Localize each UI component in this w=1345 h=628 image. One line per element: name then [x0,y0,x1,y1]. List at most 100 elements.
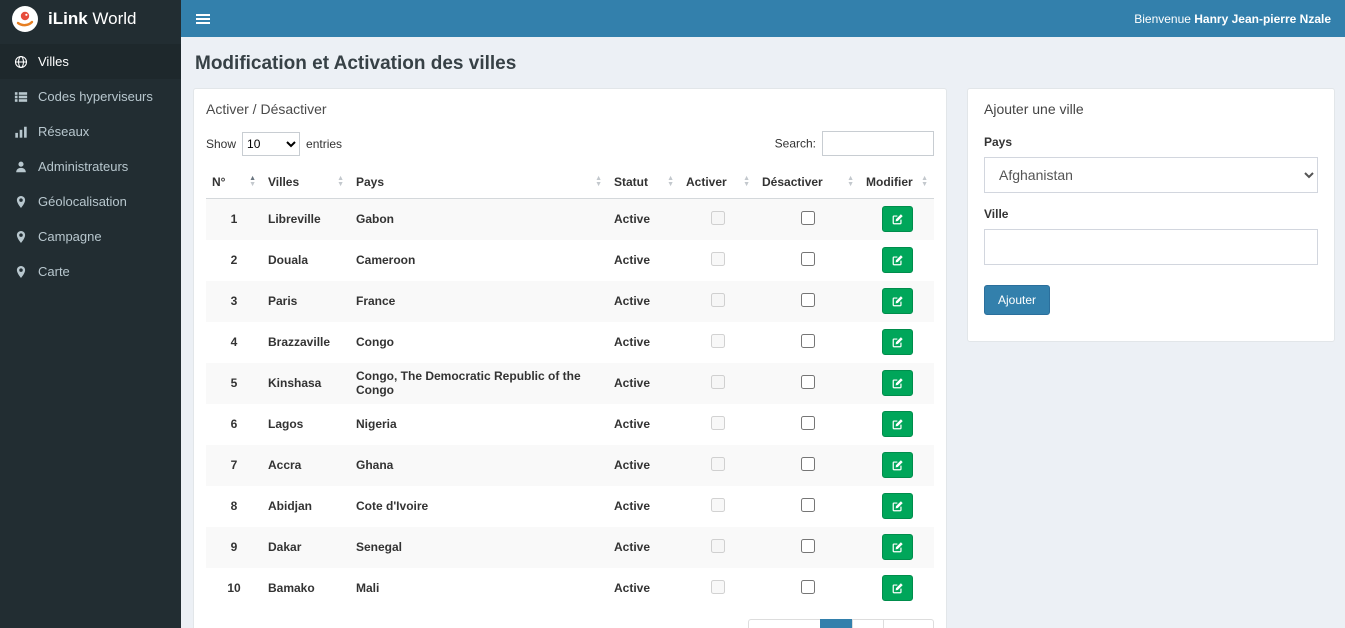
activer-checkbox[interactable] [711,374,725,389]
main-content: Modification et Activation des villes Ac… [181,37,1345,628]
desactiver-checkbox[interactable] [801,374,815,389]
statut-cell: Active [614,294,651,308]
column-header-modifier[interactable]: Modifier ▲ ▼ [860,166,934,199]
sidebar-item-codes-hyperviseurs[interactable]: Codes hyperviseurs [0,79,181,114]
desactiver-checkbox[interactable] [801,456,815,471]
column-header-numero[interactable]: N° ▲ ▼ [206,166,262,199]
sidebar-item-geolocalisation[interactable]: Géolocalisation [0,184,181,219]
desactiver-checkbox[interactable] [801,579,815,594]
sidebar-item-reseaux[interactable]: Réseaux [0,114,181,149]
ajouter-button[interactable]: Ajouter [984,285,1051,315]
column-header-pays[interactable]: Pays ▲ ▼ [350,166,608,199]
column-header-villes[interactable]: Villes ▲ ▼ [262,166,350,199]
desactiver-checkbox[interactable] [801,292,815,307]
map-marker-icon [14,195,28,209]
row-number-cell: 7 [230,458,238,472]
sidebar-toggle-button[interactable] [181,0,225,37]
row-number-cell: 2 [230,253,238,267]
desactiver-checkbox[interactable] [801,538,815,553]
ville-input[interactable] [984,229,1318,265]
edit-button[interactable] [881,206,913,233]
sidebar-item-campagne[interactable]: Campagne [0,219,181,254]
activer-checkbox[interactable] [711,497,725,512]
edit-pencil-icon [892,377,903,388]
activer-checkbox[interactable] [711,251,725,266]
list-icon [14,90,28,104]
bar-chart-icon [14,125,28,139]
desactiver-checkbox[interactable] [801,210,815,225]
sidebar-item-label: Codes hyperviseurs [38,89,153,104]
pays-cell: Nigeria [356,417,397,431]
activer-checkbox[interactable] [711,292,725,307]
table-header-row: N° ▲ ▼ Villes ▲ ▼ Pays ▲ ▼ Statut ▲ ▼ Activer ▲ ▼ … [206,166,934,199]
activer-checkbox[interactable] [711,538,725,553]
activer-checkbox[interactable] [711,415,725,430]
pagination-page-1-button[interactable]: 1 [819,618,853,628]
sidebar-item-administrateurs[interactable]: Administrateurs [0,149,181,184]
pagination: Previous 1 2 Next [748,618,934,628]
sort-icon: ▲ ▼ [595,175,602,188]
welcome-message: Bienvenue Hanry Jean-pierre Nzale [1134,12,1331,26]
edit-button[interactable] [881,411,913,437]
sidebar-item-label: Réseaux [38,124,90,139]
activer-checkbox[interactable] [711,333,725,348]
pagination-next-button[interactable]: Next [883,618,934,628]
row-number-cell: 3 [230,294,238,308]
statut-cell: Active [614,581,651,595]
desactiver-checkbox[interactable] [801,497,815,512]
ville-cell: Douala [268,253,309,267]
pays-cell: Congo [356,335,394,349]
sort-icon: ▲ ▼ [743,175,750,188]
topbar-main: Bienvenue Hanry Jean-pierre Nzale [181,0,1345,37]
map-marker-icon [14,230,28,244]
sort-icon: ▲ ▼ [337,175,344,188]
desactiver-checkbox[interactable] [801,415,815,430]
table-row: 8 Abidjan Cote d'Ivoire Active [206,486,934,527]
row-number-cell: 6 [230,417,238,431]
column-header-statut[interactable]: Statut ▲ ▼ [608,166,680,199]
pays-cell: Senegal [356,540,403,554]
add-panel-title: Ajouter une ville [984,101,1084,117]
ville-cell: Paris [268,294,298,308]
sidebar-item-villes[interactable]: Villes [0,44,181,79]
edit-button[interactable] [881,534,913,560]
edit-pencil-icon [892,459,903,470]
search-input[interactable] [822,131,934,156]
edit-button[interactable] [881,370,913,396]
page-length-control: Show 10 entries [206,131,342,156]
welcome-prefix: Bienvenue [1134,11,1195,26]
edit-pencil-icon [892,582,903,593]
edit-button[interactable] [881,329,913,355]
column-header-desactiver[interactable]: Désactiver ▲ ▼ [756,166,860,199]
row-number-cell: 9 [230,540,238,554]
page-length-select[interactable]: 10 [242,131,301,156]
desactiver-checkbox[interactable] [801,333,815,348]
activer-checkbox[interactable] [711,210,725,225]
edit-pencil-icon [892,500,903,511]
villes-table-panel: Activer / Désactiver Show 10 entries Searc… [193,88,947,628]
edit-button[interactable] [881,575,913,601]
row-number-cell: 4 [230,335,238,349]
edit-button[interactable] [881,247,913,273]
edit-button[interactable] [881,452,913,478]
pagination-previous-button[interactable]: Previous [748,618,821,628]
sort-icon: ▲ ▼ [249,175,256,188]
activer-checkbox[interactable] [711,579,725,594]
table-row: 7 Accra Ghana Active [206,444,934,486]
edit-button[interactable] [881,288,913,314]
topbar: iLink World Bienvenue Hanry Jean-pierre … [0,0,1345,37]
table-row: 4 Brazzaville Congo Active [206,322,934,363]
edit-button[interactable] [881,493,913,519]
column-header-activer[interactable]: Activer ▲ ▼ [680,166,756,199]
pays-cell: Mali [356,581,380,595]
statut-cell: Active [614,540,651,554]
sidebar-item-label: Villes [38,54,69,69]
table-row: 1 Libreville Gabon Active [206,198,934,240]
edit-pencil-icon [892,295,903,306]
sidebar-item-carte[interactable]: Carte [0,254,181,289]
pays-select[interactable]: Afghanistan [984,157,1318,193]
pagination-page-2-button[interactable]: 2 [851,618,885,628]
brand-title: iLink World [48,9,136,29]
desactiver-checkbox[interactable] [801,251,815,266]
activer-checkbox[interactable] [711,456,725,471]
